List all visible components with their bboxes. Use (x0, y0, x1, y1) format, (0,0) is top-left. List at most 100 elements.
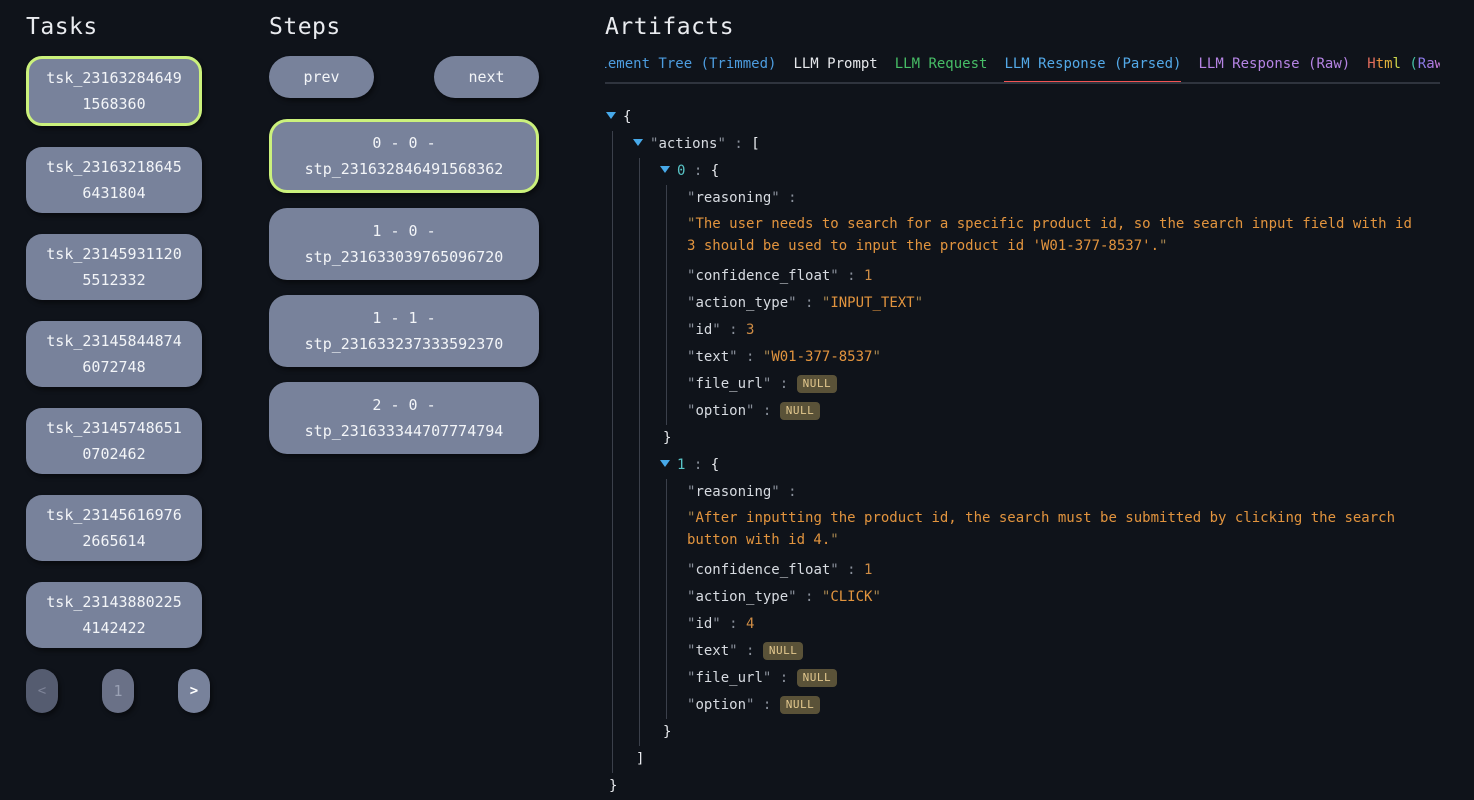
opening-bracket: { (623, 109, 631, 125)
collapse-triangle-icon[interactable] (633, 139, 643, 146)
json-key: file_url (695, 376, 762, 392)
task-button[interactable]: tsk_231456169762665614 (26, 495, 202, 561)
task-button[interactable]: tsk_231632846491568360 (26, 56, 202, 126)
task-button[interactable]: tsk_231632186456431804 (26, 147, 202, 213)
collapse-triangle-icon[interactable] (606, 112, 616, 119)
app-root: Tasks tsk_231632846491568360 tsk_23163218… (0, 0, 1474, 800)
json-key: confidence_float (695, 562, 830, 578)
artifacts-heading: Artifacts (605, 14, 1440, 40)
artifact-tab[interactable]: LLM Request (895, 56, 988, 84)
task-list: tsk_231632846491568360 tsk_23163218645643… (26, 56, 202, 648)
json-key: id (695, 616, 712, 632)
step-list: 0 - 0 - stp_231632846491568362 1 - 0 - st… (269, 119, 539, 454)
null-value-badge: NULL (780, 696, 821, 714)
json-key: option (695, 697, 746, 713)
json-key-open-row: "actions" : [ (633, 131, 1440, 158)
collapse-triangle-icon[interactable] (660, 460, 670, 467)
artifact-tab[interactable]: LLM Response (Raw) (1198, 56, 1350, 84)
colon-separator: : (839, 268, 864, 284)
artifact-tab[interactable]: LLM Response (Parsed) (1004, 56, 1181, 84)
json-close-row: } (660, 425, 1440, 452)
colon-separator: : (754, 403, 779, 419)
json-close-row: } (606, 773, 1440, 800)
colon-separator: : (780, 484, 797, 500)
json-number-value: 1 (864, 268, 872, 284)
json-key-value-row: "option" : NULL (687, 398, 1440, 425)
opening-bracket: { (711, 163, 719, 179)
artifacts-panel: Artifacts Element Tree (Trimmed) LLM Prom… (605, 14, 1474, 800)
json-key: file_url (695, 670, 762, 686)
collapse-triangle-icon[interactable] (660, 166, 670, 173)
json-children-group: "actions" : [0 : {"reasoning" : "The use… (612, 131, 1440, 773)
json-index-open-row: 0 : { (660, 158, 1440, 185)
prev-page-button[interactable]: < (26, 669, 58, 713)
json-key-value-row: "id" : 4 (687, 611, 1440, 638)
colon-separator: : (797, 589, 822, 605)
json-key-value-row: "text" : "W01-377-8537" (687, 344, 1440, 371)
task-button[interactable]: tsk_231438802254142422 (26, 582, 202, 648)
quote-mark: " (915, 295, 923, 311)
colon-separator: : (685, 457, 710, 473)
task-button[interactable]: tsk_231459311205512332 (26, 234, 202, 300)
colon-separator: : (839, 562, 864, 578)
colon-separator: : (738, 643, 763, 659)
step-button[interactable]: 2 - 0 - stp_231633344707774794 (269, 382, 539, 454)
quote-mark: " (830, 532, 838, 548)
quote-mark: " (763, 349, 771, 365)
steps-heading: Steps (269, 14, 539, 40)
colon-separator: : (797, 295, 822, 311)
null-value-badge: NULL (780, 402, 821, 420)
quote-mark: " (729, 349, 737, 365)
json-index-open-row: 1 : { (660, 452, 1440, 479)
tab-label-segment: ( (1401, 56, 1418, 72)
next-step-button[interactable]: next (434, 56, 539, 98)
next-page-button[interactable]: > (178, 669, 210, 713)
quote-mark: " (771, 190, 779, 206)
json-long-string-value: "After inputting the product id, the sea… (687, 507, 1422, 551)
step-button[interactable]: 1 - 1 - stp_231633237333592370 (269, 295, 539, 367)
quote-mark: " (822, 295, 830, 311)
tab-label-segment: w (1435, 56, 1440, 72)
artifact-tab[interactable]: LLM Prompt (793, 56, 877, 84)
quote-mark: " (687, 510, 695, 526)
tab-label-segment: l (1393, 56, 1401, 72)
json-key: text (695, 349, 729, 365)
opening-bracket: { (711, 457, 719, 473)
opening-bracket: [ (751, 136, 759, 152)
colon-separator: : (721, 322, 746, 338)
colon-separator: : (771, 376, 796, 392)
quote-mark: " (712, 322, 720, 338)
quote-mark: " (830, 562, 838, 578)
quote-mark: " (788, 295, 796, 311)
json-close-row: ] (633, 746, 1440, 773)
closing-bracket: } (663, 724, 671, 740)
tab-label-segment: t (1376, 56, 1384, 72)
json-children-group: 0 : {"reasoning" : "The user needs to se… (639, 158, 1440, 746)
step-button[interactable]: 1 - 0 - stp_231633039765096720 (269, 208, 539, 280)
task-button[interactable]: tsk_231457486510702462 (26, 408, 202, 474)
page-number-button[interactable]: 1 (102, 669, 134, 713)
tab-label-segment: m (1384, 56, 1392, 72)
json-children-group: "reasoning" : "The user needs to search … (666, 185, 1440, 425)
prev-step-button[interactable]: prev (269, 56, 374, 98)
task-button[interactable]: tsk_231458448746072748 (26, 321, 202, 387)
colon-separator: : (721, 616, 746, 632)
tab-label-segment: H (1367, 56, 1375, 72)
quote-mark: " (771, 484, 779, 500)
step-button[interactable]: 0 - 0 - stp_231632846491568362 (269, 119, 539, 193)
closing-bracket: ] (636, 751, 644, 767)
artifact-tab[interactable]: Element Tree (Trimmed) (605, 56, 776, 84)
json-key-value-row: "action_type" : "CLICK" (687, 584, 1440, 611)
tab-label-segment: R (1418, 56, 1426, 72)
quote-mark: " (687, 216, 695, 232)
artifact-tab[interactable]: Html (Raw) (1367, 56, 1440, 84)
json-key: option (695, 403, 746, 419)
colon-separator: : (738, 349, 763, 365)
json-string-value: "INPUT_TEXT" (822, 295, 923, 311)
tasks-heading: Tasks (26, 14, 202, 40)
tasks-pagination: < 1 > (26, 669, 210, 713)
quote-mark: " (872, 589, 880, 605)
json-key: id (695, 322, 712, 338)
steps-panel: Steps prev next 0 - 0 - stp_231632846491… (269, 14, 539, 800)
quote-mark: " (872, 349, 880, 365)
